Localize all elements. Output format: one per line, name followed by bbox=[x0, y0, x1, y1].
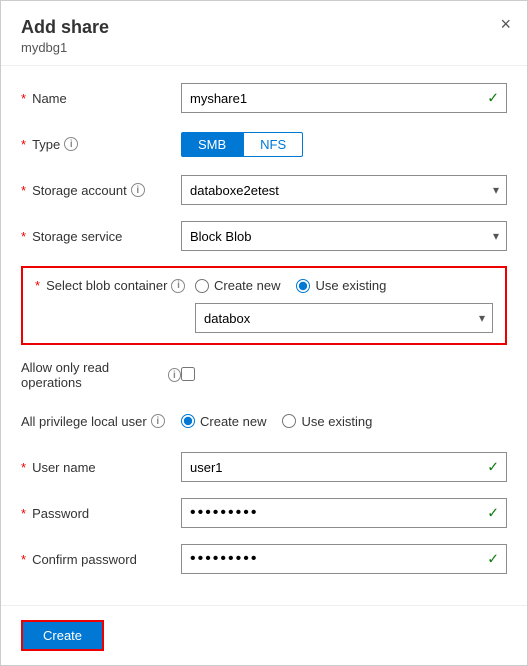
password-row: * Password ✓ bbox=[21, 497, 507, 529]
dialog-header: Add share mydbg1 × bbox=[1, 1, 527, 66]
allow-read-label: Allow only read operations i bbox=[21, 360, 181, 390]
required-star-confirm: * bbox=[21, 552, 26, 567]
required-star-type: * bbox=[21, 137, 26, 152]
dialog-subtitle: mydbg1 bbox=[21, 40, 507, 55]
dialog-title: Add share bbox=[21, 17, 507, 38]
type-row: * Type i SMB NFS bbox=[21, 128, 507, 160]
name-input[interactable] bbox=[181, 83, 507, 113]
storage-account-label: * Storage account i bbox=[21, 183, 181, 198]
use-existing-radio-label[interactable]: Use existing bbox=[296, 278, 386, 293]
required-star: * bbox=[21, 91, 26, 106]
confirm-password-label: * Confirm password bbox=[21, 552, 181, 567]
storage-account-select-wrapper: databoxe2etest ▾ bbox=[181, 175, 507, 205]
blob-container-section: * Select blob container i Create new Use… bbox=[21, 266, 507, 345]
password-check-icon: ✓ bbox=[487, 505, 499, 522]
password-input[interactable] bbox=[181, 498, 507, 528]
use-existing-radio[interactable] bbox=[296, 279, 310, 293]
password-label: * Password bbox=[21, 506, 181, 521]
type-info-icon[interactable]: i bbox=[64, 137, 78, 151]
name-input-wrapper: ✓ bbox=[181, 83, 507, 113]
required-star-blob: * bbox=[35, 278, 40, 293]
close-button[interactable]: × bbox=[500, 15, 511, 33]
required-star-username: * bbox=[21, 460, 26, 475]
username-input[interactable] bbox=[181, 452, 507, 482]
blob-container-row-bottom: databox ▾ bbox=[35, 303, 493, 333]
blob-container-label: * Select blob container i bbox=[35, 278, 195, 293]
name-check-icon: ✓ bbox=[487, 90, 499, 107]
privilege-user-info-icon[interactable]: i bbox=[151, 414, 165, 428]
storage-account-row: * Storage account i databoxe2etest ▾ bbox=[21, 174, 507, 206]
allow-read-info-icon[interactable]: i bbox=[168, 368, 181, 382]
type-toggle: SMB NFS bbox=[181, 132, 507, 157]
dialog-footer: Create bbox=[1, 605, 527, 665]
confirm-password-check-icon: ✓ bbox=[487, 551, 499, 568]
create-new-radio-label[interactable]: Create new bbox=[195, 278, 280, 293]
blob-container-row-top: * Select blob container i Create new Use… bbox=[35, 278, 493, 293]
username-row: * User name ✓ bbox=[21, 451, 507, 483]
required-star-password: * bbox=[21, 506, 26, 521]
storage-account-info-icon[interactable]: i bbox=[131, 183, 145, 197]
username-label: * User name bbox=[21, 460, 181, 475]
allow-read-row: Allow only read operations i bbox=[21, 359, 507, 391]
confirm-password-input[interactable] bbox=[181, 544, 507, 574]
privilege-create-new-radio[interactable] bbox=[181, 414, 195, 428]
blob-container-info-icon[interactable]: i bbox=[171, 279, 185, 293]
privilege-user-label: All privilege local user i bbox=[21, 414, 181, 429]
dialog-body: * Name ✓ * Type i SMB NFS bbox=[1, 66, 527, 605]
privilege-use-existing-label[interactable]: Use existing bbox=[282, 414, 372, 429]
storage-service-control: Block Blob ▾ bbox=[181, 221, 507, 251]
blob-container-radio-group: Create new Use existing bbox=[195, 278, 386, 293]
blob-dropdown-wrapper: databox ▾ bbox=[195, 303, 493, 333]
username-check-icon: ✓ bbox=[487, 459, 499, 476]
create-new-radio[interactable] bbox=[195, 279, 209, 293]
privilege-user-control: Create new Use existing bbox=[181, 414, 507, 429]
username-input-wrapper: ✓ bbox=[181, 452, 507, 482]
type-control: SMB NFS bbox=[181, 132, 507, 157]
storage-account-select[interactable]: databoxe2etest bbox=[181, 175, 507, 205]
confirm-password-input-wrapper: ✓ bbox=[181, 544, 507, 574]
confirm-password-row: * Confirm password ✓ bbox=[21, 543, 507, 575]
allow-read-control bbox=[181, 367, 507, 384]
privilege-create-new-label[interactable]: Create new bbox=[181, 414, 266, 429]
create-button[interactable]: Create bbox=[21, 620, 104, 651]
nfs-button[interactable]: NFS bbox=[243, 132, 303, 157]
confirm-password-control: ✓ bbox=[181, 544, 507, 574]
required-star-ss: * bbox=[21, 229, 26, 244]
required-star-sa: * bbox=[21, 183, 26, 198]
smb-button[interactable]: SMB bbox=[181, 132, 243, 157]
username-control: ✓ bbox=[181, 452, 507, 482]
password-control: ✓ bbox=[181, 498, 507, 528]
storage-service-label: * Storage service bbox=[21, 229, 181, 244]
type-label: * Type i bbox=[21, 137, 181, 152]
name-row: * Name ✓ bbox=[21, 82, 507, 114]
allow-read-checkbox[interactable] bbox=[181, 367, 195, 381]
add-share-dialog: Add share mydbg1 × * Name ✓ * Type i bbox=[0, 0, 528, 666]
blob-container-select[interactable]: databox bbox=[195, 303, 493, 333]
storage-service-select[interactable]: Block Blob bbox=[181, 221, 507, 251]
privilege-use-existing-radio[interactable] bbox=[282, 414, 296, 428]
name-label: * Name bbox=[21, 91, 181, 106]
storage-service-select-wrapper: Block Blob ▾ bbox=[181, 221, 507, 251]
privilege-user-row: All privilege local user i Create new Us… bbox=[21, 405, 507, 437]
storage-account-control: databoxe2etest ▾ bbox=[181, 175, 507, 205]
name-control: ✓ bbox=[181, 83, 507, 113]
privilege-user-radio-group: Create new Use existing bbox=[181, 414, 507, 429]
storage-service-row: * Storage service Block Blob ▾ bbox=[21, 220, 507, 252]
password-input-wrapper: ✓ bbox=[181, 498, 507, 528]
